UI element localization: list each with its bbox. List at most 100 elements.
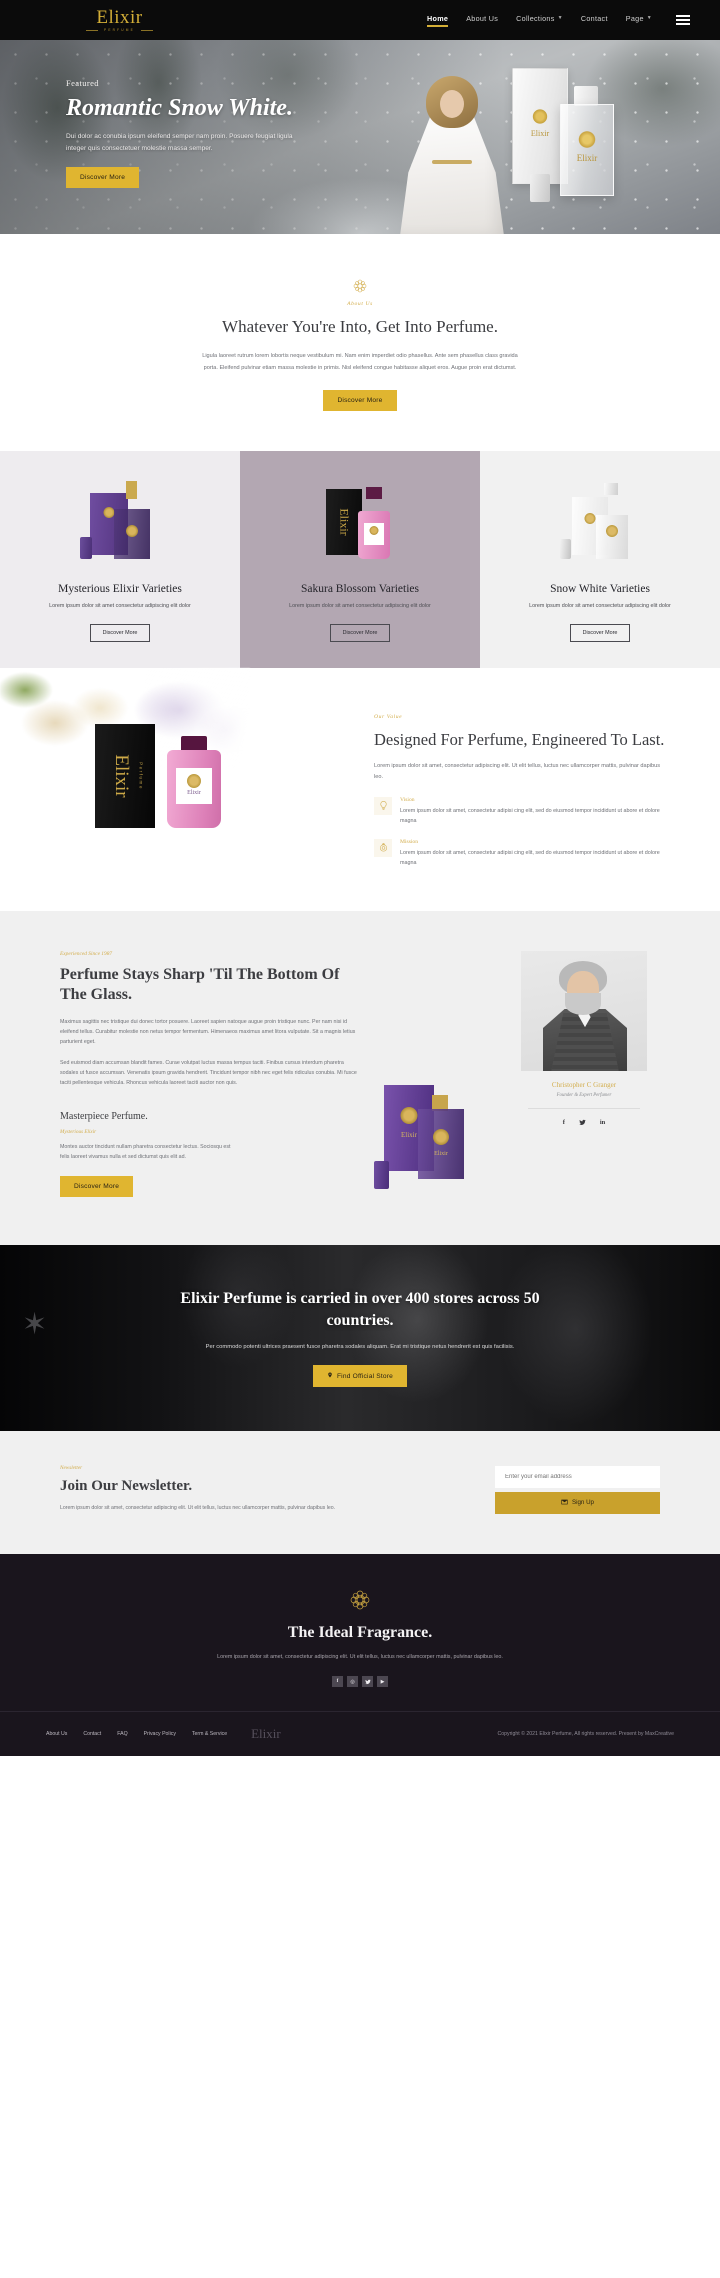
footer-socials: f ◎ ▶ [0,1676,720,1688]
mandala-ornament-icon [353,279,367,293]
author-role: Founder & Expert Perfumer [556,1092,612,1098]
nav-item-page[interactable]: Page ▼ [626,14,652,27]
feature-description: Lorem ipsum dolor sit amet, consectetur … [400,807,660,824]
nav-label: Contact [580,13,608,23]
hero-bottle-label: Elixir [576,153,598,163]
value-lead: Lorem ipsum dolor sit amet, consectetur … [374,762,661,780]
divider [528,1107,640,1109]
email-input[interactable] [495,1465,660,1488]
facebook-icon[interactable]: f [563,1119,565,1128]
value-section: Elixir Perfume Elixir Our Value Designed… [0,668,720,911]
main-navigation: Home About Us Collections ▼ Contact Page… [427,14,690,27]
card-title: Snow White Varieties [550,582,650,595]
about-title: Whatever You're Into, Get Into Perfume. [222,317,498,336]
value-box-brand: Elixir [111,754,133,798]
story-text-column: Experienced Since 1987 Perfume Stays Sha… [60,951,360,1197]
facebook-icon[interactable]: f [332,1676,343,1688]
card-discover-more-button[interactable]: Discover More [89,624,151,643]
lightbulb-icon [374,796,392,815]
card-title: Sakura Blossom Varieties [301,582,419,595]
sign-up-button[interactable]: Sign Up [495,1491,660,1514]
footer-description: Lorem ipsum dolor sit amet, consectetur … [217,1653,503,1660]
author-column: Christopher C Granger Founder & Expert P… [514,950,654,1197]
footer-link-about-us[interactable]: About Us [46,1731,67,1737]
hero-title: Romantic Snow White. [66,95,293,121]
feature-vision: Vision Lorem ipsum dolor sit amet, conse… [374,796,670,826]
hero-model-photo [392,76,510,234]
envelope-icon [561,1499,568,1507]
card-discover-more-button[interactable]: Discover More [569,624,631,643]
footer-link-contact[interactable]: Contact [83,1731,101,1737]
feature-title: Vision [400,796,415,803]
story-sub-body: Montes auctor tincidunt nullam pharetra … [60,1143,231,1160]
story-title: Perfume Stays Sharp 'Til The Bottom Of T… [60,965,340,1004]
nav-item-contact[interactable]: Contact [581,14,608,27]
nav-label: Collections [516,13,555,23]
story-paragraph-2: Sed euismod diam accumsan blandit fames.… [60,1059,357,1087]
feature-title: Mission [400,838,419,845]
newsletter-section: Newsletter Join Our Newsletter. Lorem ip… [0,1430,720,1554]
value-box-sub: Perfume [138,762,144,791]
story-discover-more-button[interactable]: Discover More [60,1175,134,1197]
footer-copyright: Copyright © 2021 Elixir Perfume, All rig… [497,1731,674,1738]
story-product-image: Elixir Elixir [374,951,496,1197]
card-snow-white[interactable]: Snow White Varieties Lorem ipsum dolor s… [480,450,720,669]
card-title: Mysterious Elixir Varieties [58,582,182,595]
instagram-icon[interactable]: ◎ [347,1676,358,1688]
find-official-store-button[interactable]: Find Official Store [312,1365,408,1388]
value-title: Designed For Perfume, Engineered To Last… [374,730,665,750]
twitter-icon[interactable] [579,1119,586,1128]
about-body: Ligula laoreet rutrum lorem lobortis neq… [202,353,518,371]
footer-link-term-service[interactable]: Term & Service [192,1731,227,1737]
nav-item-collections[interactable]: Collections ▼ [516,14,563,27]
stores-title: Elixir Perfume is carried in over 400 st… [180,1290,540,1329]
card-sakura-blossom[interactable]: Elixir Sakura Blossom Varieties Lorem ip… [240,450,480,669]
map-pin-icon [327,1372,333,1380]
nav-label: Page [625,13,644,23]
story-section: Experienced Since 1987 Perfume Stays Sha… [0,910,720,1245]
brand-logo[interactable]: Elixir Perfume [86,8,153,32]
button-label: Find Official Store [336,1372,394,1380]
hero-box-label: Elixir [530,129,550,138]
chevron-down-icon: ▼ [646,15,652,21]
nav-item-about-us[interactable]: About Us [466,14,498,27]
twitter-icon[interactable] [362,1676,373,1688]
card-mysterious-elixir[interactable]: Mysterious Elixir Varieties Lorem ipsum … [0,450,240,669]
site-header: Elixir Perfume Home About Us Collections… [0,0,720,40]
feature-mission: Mission Lorem ipsum dolor sit amet, cons… [374,838,670,868]
newsletter-eyebrow: Newsletter [60,1465,83,1471]
story-sub-eyebrow: Mysterious Elixir [60,1128,97,1135]
value-product-image: Elixir Perfume Elixir [95,718,235,836]
card-image: Elixir [256,473,464,561]
author-socials: f in [514,1119,654,1128]
stores-section: ✶ Elixir Perfume is carried in over 400 … [0,1244,720,1431]
youtube-icon[interactable]: ▶ [377,1676,388,1688]
hero-discover-more-button[interactable]: Discover More [66,167,140,189]
nav-label: About Us [466,13,499,23]
hero-content: Featured Romantic Snow White. Dui dolor … [0,40,330,189]
footer-link-privacy-policy[interactable]: Privacy Policy [144,1731,176,1737]
card-image [16,473,224,561]
brand-tagline: Perfume [86,28,153,32]
mandala-ornament-icon [350,1590,370,1610]
about-eyebrow: About Us [347,301,373,307]
hero-eyebrow: Featured [66,78,99,88]
card-description: Lorem ipsum dolor sit amet consectetur a… [49,602,191,609]
author-portrait [521,950,647,1071]
value-text-column: Our Value Designed For Perfume, Engineer… [360,668,720,911]
about-discover-more-button[interactable]: Discover More [323,389,397,411]
card-discover-more-button[interactable]: Discover More [329,624,391,643]
footer-link-faq[interactable]: FAQ [117,1731,127,1737]
linkedin-icon[interactable]: in [600,1119,605,1128]
value-image-column: Elixir Perfume Elixir [0,668,360,848]
chevron-down-icon: ▼ [557,15,563,21]
nav-item-home[interactable]: Home [427,14,449,27]
card-image [496,473,704,561]
target-icon [374,838,392,857]
story-bottle-brand: Elixir [434,1150,448,1157]
card-description: Lorem ipsum dolor sit amet consectetur a… [529,602,671,609]
hamburger-icon[interactable] [676,15,690,25]
newsletter-title: Join Our Newsletter. [60,1478,193,1494]
about-section: About Us Whatever You're Into, Get Into … [0,234,720,451]
stores-description: Per commodo potenti ultrices praesent fu… [205,1343,515,1350]
